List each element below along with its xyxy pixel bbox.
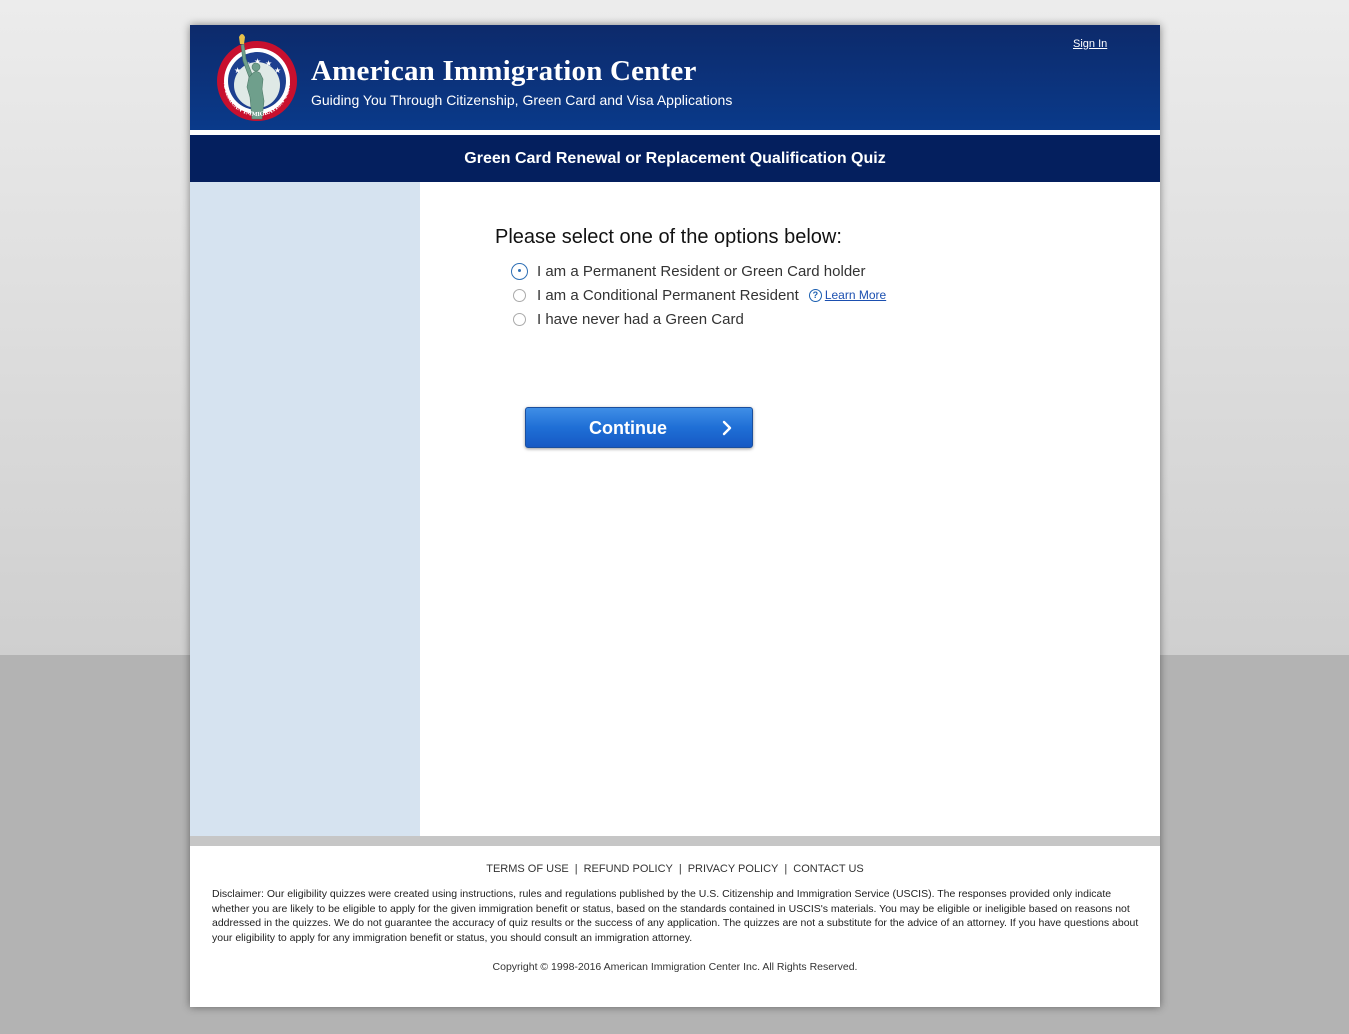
footer-separator: |: [784, 863, 788, 875]
option-label: I have never had a Green Card: [537, 310, 744, 328]
footer-separator: |: [574, 863, 578, 875]
radio-conditional-resident[interactable]: [513, 288, 526, 302]
radio-permanent-resident[interactable]: [511, 262, 528, 280]
sign-in-link[interactable]: Sign In: [1073, 38, 1107, 50]
svg-text:★: ★: [234, 66, 241, 75]
site-footer: TERMS OF USE | REFUND POLICY | PRIVACY POLIC…: [190, 846, 1160, 1007]
quiz-main-panel: Please select one of the options below: …: [420, 182, 1160, 836]
continue-label: Continue: [589, 418, 667, 438]
statue-of-liberty-seal-logo[interactable]: ★ ★ ★ ★ ★ AMERICAN IMMIGRATION CENTER: [212, 31, 302, 123]
footer-links: TERMS OF USE | REFUND POLICY | PRIVACY POLIC…: [190, 863, 1160, 875]
radio-never-had-green-card[interactable]: [513, 312, 526, 326]
copyright-text: Copyright © 1998-2016 American Immigrati…: [492, 961, 858, 973]
disclaimer-text: Disclaimer: Our eligibility quizzes were…: [212, 888, 1139, 944]
option-conditional-resident[interactable]: I am a Conditional Permanent Resident ? …: [513, 285, 886, 305]
learn-more-link[interactable]: Learn More: [825, 288, 886, 302]
quiz-title: Green Card Renewal or Replacement Qualif…: [464, 150, 886, 167]
footer-divider: [190, 836, 1160, 846]
svg-text:★: ★: [274, 66, 281, 75]
privacy-policy-link[interactable]: PRIVACY POLICY: [688, 863, 779, 875]
quiz-title-bar: Green Card Renewal or Replacement Qualif…: [190, 135, 1160, 182]
quiz-prompt: Please select one of the options below:: [495, 226, 842, 248]
site-header: ★ ★ ★ ★ ★ AMERICAN IMMIGRATION CENTER Am…: [190, 25, 1160, 130]
svg-text:★: ★: [265, 59, 272, 68]
contact-us-link[interactable]: CONTACT US: [793, 863, 864, 875]
option-label: I am a Conditional Permanent Resident: [537, 286, 799, 304]
brand-tagline: Guiding You Through Citizenship, Green C…: [311, 92, 733, 108]
left-sidebar: [190, 182, 420, 836]
option-permanent-resident[interactable]: I am a Permanent Resident or Green Card …: [511, 261, 866, 281]
brand-title[interactable]: American Immigration Center: [311, 55, 697, 88]
terms-of-use-link[interactable]: TERMS OF USE: [486, 863, 569, 875]
option-never-had-green-card[interactable]: I have never had a Green Card: [513, 309, 744, 329]
page-container: ★ ★ ★ ★ ★ AMERICAN IMMIGRATION CENTER Am…: [190, 25, 1160, 1007]
refund-policy-link[interactable]: REFUND POLICY: [584, 863, 673, 875]
help-icon[interactable]: ?: [808, 288, 822, 302]
option-label: I am a Permanent Resident or Green Card …: [537, 262, 866, 280]
continue-button[interactable]: Continue: [525, 407, 753, 448]
chevron-right-icon: [722, 420, 732, 436]
footer-separator: |: [678, 863, 682, 875]
